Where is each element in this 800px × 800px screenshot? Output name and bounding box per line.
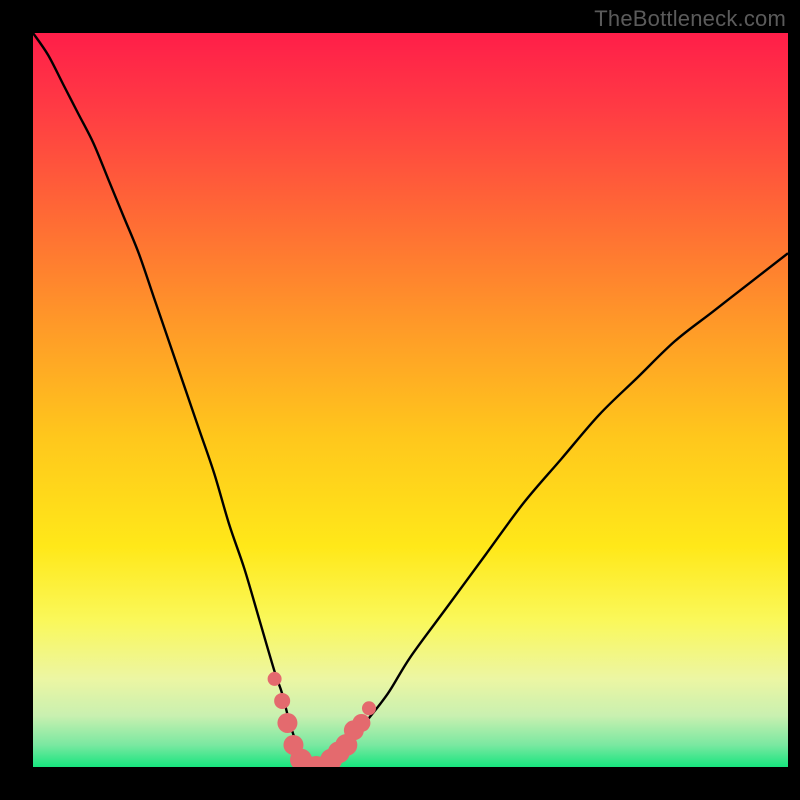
watermark-text: TheBottleneck.com — [594, 6, 786, 32]
marker-dot — [268, 672, 282, 686]
marker-dot — [277, 713, 297, 733]
chart-stage: { "watermark": "TheBottleneck.com", "fra… — [0, 0, 800, 800]
marker-dot — [352, 714, 370, 732]
bottleneck-chart — [0, 0, 800, 800]
marker-dot — [362, 701, 376, 715]
marker-dot — [274, 693, 290, 709]
